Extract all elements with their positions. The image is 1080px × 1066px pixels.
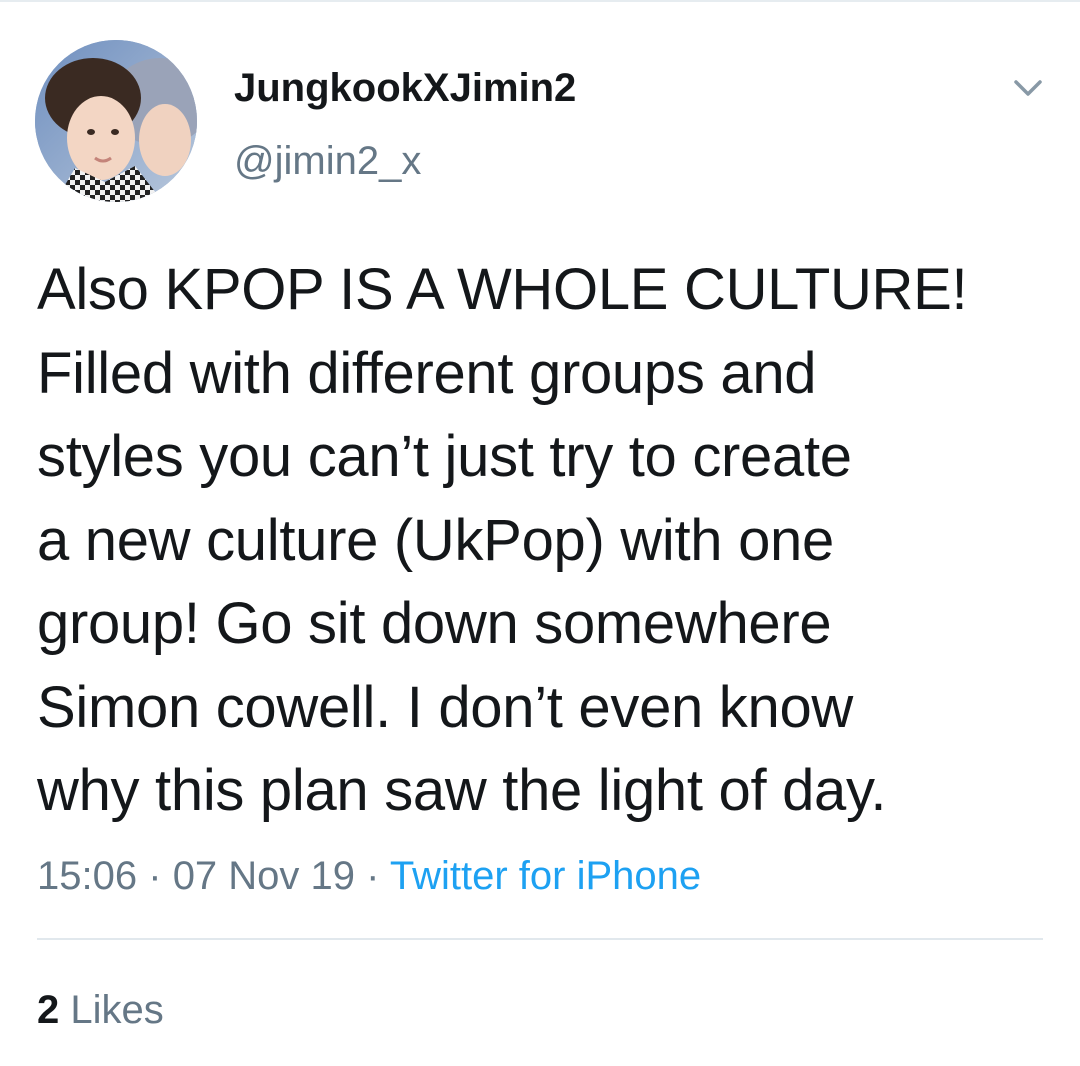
tweet-text-line: Simon cowell. I don’t even know <box>37 674 854 740</box>
meta-separator: · <box>366 854 380 898</box>
tweet-text-line: why this plan saw the light of day. <box>37 758 887 823</box>
tweet-text-line: a new culture (UkPop) with one <box>37 507 834 573</box>
likes-label: Likes <box>70 988 164 1032</box>
tweet-text-line: styles you can’t just try to create <box>37 424 852 489</box>
tweet-text-line: Also KPOP IS A WHOLE CULTURE! <box>37 257 968 322</box>
tweet-text-line: Filled with different groups and <box>37 340 817 406</box>
avatar[interactable] <box>35 40 197 202</box>
likes-count: 2 <box>37 988 60 1032</box>
tweet-text: Also KPOP IS A WHOLE CULTURE! Filled wit… <box>37 248 1047 833</box>
tweet-time: 15:06 <box>37 854 138 898</box>
chevron-down-icon <box>1014 80 1042 96</box>
meta-separator: · <box>148 854 162 898</box>
tweet-metadata: 15:06 · 07 Nov 19 · Twitter for iPhone <box>37 850 701 902</box>
stats-divider <box>37 938 1043 940</box>
tweet-text-line: group! Go sit down somewhere <box>37 591 832 656</box>
author-display-name[interactable]: JungkookXJimin2 <box>234 62 576 114</box>
tweet-date: 07 Nov 19 <box>172 854 356 898</box>
author-handle[interactable]: @jimin2_x <box>234 135 421 187</box>
likes-stat[interactable]: 2 Likes <box>37 984 164 1036</box>
top-divider <box>0 0 1080 2</box>
profile-photo-icon <box>35 40 197 202</box>
tweet-menu-button[interactable] <box>1008 68 1048 108</box>
tweet-source-link[interactable]: Twitter for iPhone <box>390 854 701 898</box>
